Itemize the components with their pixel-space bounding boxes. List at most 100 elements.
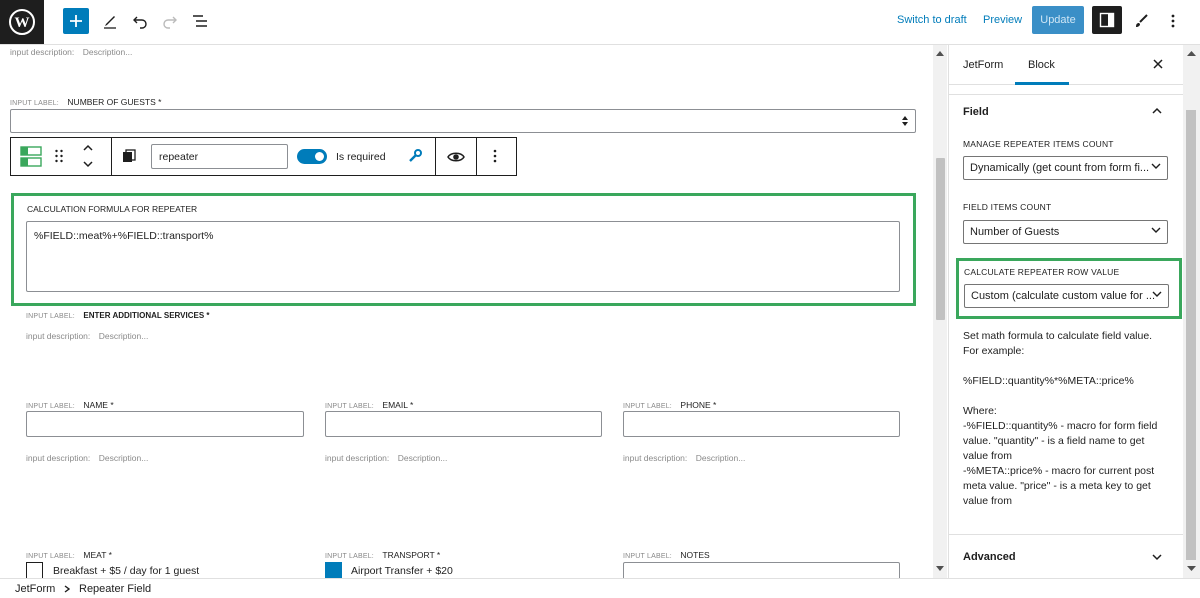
transport-checkbox[interactable] bbox=[325, 562, 342, 578]
wrench-icon bbox=[409, 149, 422, 162]
options-menu-button[interactable] bbox=[1160, 8, 1186, 34]
scroll-up-icon[interactable] bbox=[1187, 50, 1196, 56]
more-vertical-icon bbox=[1171, 14, 1175, 28]
update-button[interactable]: Update bbox=[1032, 6, 1084, 34]
canvas-scroll-thumb[interactable] bbox=[936, 158, 945, 320]
row-value-label: CALCULATE REPEATER ROW VALUE bbox=[964, 267, 1120, 277]
notes-textarea[interactable] bbox=[623, 562, 900, 578]
visibility-button[interactable] bbox=[447, 150, 465, 168]
chevron-down-icon[interactable] bbox=[1152, 554, 1162, 561]
number-spinner-icon[interactable] bbox=[901, 115, 909, 127]
name-input[interactable] bbox=[26, 411, 304, 437]
breadcrumb-item-jetform[interactable]: JetForm bbox=[15, 583, 55, 595]
divider bbox=[949, 94, 1184, 95]
help-line: -%META::price% - macro for current post bbox=[963, 465, 1155, 477]
scroll-down-icon[interactable] bbox=[936, 566, 944, 572]
drag-handle-icon bbox=[55, 149, 63, 163]
chevron-right-icon bbox=[64, 585, 70, 593]
drag-handle[interactable] bbox=[54, 148, 64, 169]
transport-field-label: INPUT LABEL: TRANSPORT * bbox=[325, 550, 441, 560]
name-description: input description: Description... bbox=[26, 453, 149, 463]
styles-button[interactable] bbox=[1128, 8, 1154, 34]
repeater-block-icon bbox=[19, 145, 42, 167]
redo-button[interactable] bbox=[157, 8, 183, 34]
block-type-button[interactable] bbox=[11, 138, 50, 175]
required-label: Is required bbox=[336, 151, 386, 163]
block-toolbar: repeater Is required bbox=[10, 137, 517, 176]
preview-link[interactable]: Preview bbox=[983, 14, 1022, 26]
copy-icon bbox=[123, 149, 136, 162]
pencil-icon bbox=[104, 16, 116, 29]
calculation-formula-textarea[interactable]: %FIELD::meat%+%FIELD::transport% bbox=[26, 221, 900, 292]
switch-to-draft-link[interactable]: Switch to draft bbox=[897, 14, 967, 26]
meat-option-label: Breakfast + $5 / day for 1 guest bbox=[53, 565, 200, 577]
chevron-down-icon bbox=[1151, 227, 1161, 233]
document-overview-button[interactable] bbox=[187, 8, 213, 34]
help-line: meta value. "price" - is a meta key to g… bbox=[963, 480, 1151, 492]
email-input[interactable] bbox=[325, 411, 602, 437]
close-icon[interactable] bbox=[1153, 59, 1163, 69]
items-count-label: FIELD ITEMS COUNT bbox=[963, 202, 1052, 212]
row-value-select[interactable]: Custom (calculate custom value for ... bbox=[964, 284, 1169, 308]
guests-label: INPUT LABEL: NUMBER OF GUESTS * bbox=[10, 97, 162, 107]
scroll-down-icon[interactable] bbox=[1187, 566, 1196, 572]
sidebar-scroll-thumb[interactable] bbox=[1186, 110, 1196, 560]
top-description: input description: Description... bbox=[10, 47, 133, 57]
sidebar-icon bbox=[1099, 12, 1115, 28]
advanced-panel-title[interactable]: Advanced bbox=[963, 551, 1016, 563]
manage-count-select[interactable]: Dynamically (get count from form fi... bbox=[963, 156, 1168, 180]
tools-button[interactable] bbox=[97, 8, 123, 34]
help-line: For example: bbox=[963, 345, 1025, 357]
help-example: %FIELD::quantity%*%META::price% bbox=[963, 375, 1134, 387]
field-panel-title[interactable]: Field bbox=[963, 106, 989, 118]
block-options-button[interactable] bbox=[493, 149, 497, 168]
undo-button[interactable] bbox=[127, 8, 153, 34]
chevron-up-icon[interactable] bbox=[1152, 107, 1162, 114]
breadcrumb-item-repeater-field[interactable]: Repeater Field bbox=[79, 583, 151, 595]
items-count-select[interactable]: Number of Guests bbox=[963, 220, 1168, 244]
phone-description: input description: Description... bbox=[623, 453, 746, 463]
move-up-down-buttons[interactable] bbox=[81, 142, 95, 175]
advanced-settings-button[interactable] bbox=[408, 149, 422, 168]
items-count-value: Number of Guests bbox=[970, 226, 1060, 238]
scroll-up-icon[interactable] bbox=[936, 50, 944, 56]
brush-icon bbox=[1136, 14, 1148, 27]
chevron-down-icon bbox=[1151, 163, 1161, 169]
tab-jetform[interactable]: JetForm bbox=[963, 59, 1003, 71]
help-line: value from bbox=[963, 495, 1013, 507]
chevron-up-down-icon bbox=[83, 144, 93, 168]
number-of-guests-input[interactable] bbox=[10, 109, 916, 133]
field-name-input[interactable]: repeater bbox=[151, 144, 288, 169]
settings-toggle-button[interactable] bbox=[1092, 6, 1122, 34]
sidebar-tabs: JetForm Block bbox=[949, 45, 1184, 85]
copy-button[interactable] bbox=[122, 149, 136, 168]
chevron-down-icon bbox=[1152, 291, 1162, 297]
wordpress-icon: W bbox=[9, 9, 35, 35]
help-line: value. "quantity" - is a field name to g… bbox=[963, 435, 1145, 447]
meat-field-label: INPUT LABEL: MEAT * bbox=[26, 550, 112, 560]
phone-input[interactable] bbox=[623, 411, 900, 437]
settings-sidebar: JetForm Block Field MANAGE REPEATER ITEM… bbox=[948, 45, 1200, 578]
editor-canvas: input description: Description... INPUT … bbox=[0, 45, 933, 578]
editor-top-bar: W Switch to draft Preview Update bbox=[0, 0, 1200, 45]
manage-count-label: MANAGE REPEATER ITEMS COUNT bbox=[963, 139, 1114, 149]
list-view-icon bbox=[193, 15, 207, 27]
meat-checkbox[interactable] bbox=[26, 562, 43, 578]
redo-icon bbox=[163, 16, 177, 29]
help-line: -%FIELD::quantity% - macro for form fiel… bbox=[963, 420, 1158, 432]
calculation-formula-label: CALCULATION FORMULA FOR REPEATER bbox=[27, 204, 198, 214]
email-description: input description: Description... bbox=[325, 453, 448, 463]
wordpress-logo-button[interactable]: W bbox=[0, 0, 44, 44]
plus-icon bbox=[70, 15, 82, 27]
row-value-highlight: CALCULATE REPEATER ROW VALUE Custom (cal… bbox=[956, 258, 1182, 319]
required-toggle[interactable] bbox=[297, 149, 327, 164]
divider bbox=[949, 534, 1184, 535]
active-tab-indicator bbox=[1015, 82, 1069, 85]
help-line: value from bbox=[963, 450, 1013, 462]
toolbar-divider bbox=[435, 138, 436, 175]
help-where: Where: bbox=[963, 405, 997, 417]
add-block-button[interactable] bbox=[63, 8, 89, 34]
help-text: Set math formula to calculate field valu… bbox=[963, 329, 1178, 509]
toggle-knob bbox=[315, 152, 324, 161]
tab-block[interactable]: Block bbox=[1028, 59, 1055, 71]
